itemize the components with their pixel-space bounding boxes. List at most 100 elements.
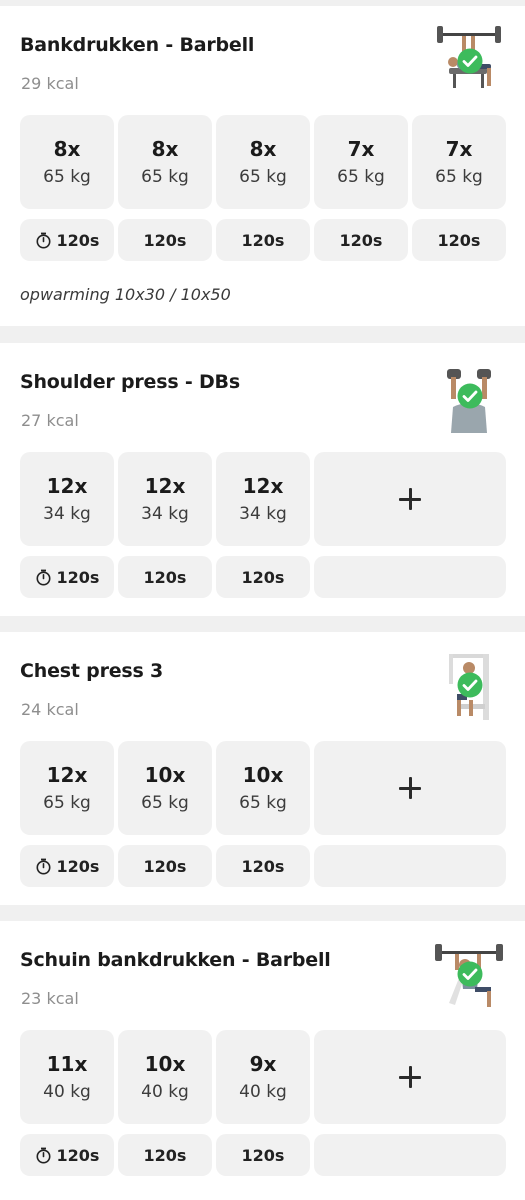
set-cell[interactable]: 12x 65 kg [20, 741, 114, 835]
rest-empty-cell [314, 845, 506, 887]
set-cell[interactable]: 7x 65 kg [412, 115, 506, 209]
check-circle-icon [457, 672, 483, 698]
rest-cell[interactable]: 120s [216, 219, 310, 261]
set-cell[interactable]: 8x 65 kg [118, 115, 212, 209]
rest-cell[interactable]: 120s [216, 556, 310, 598]
set-reps: 12x [46, 763, 88, 787]
rest-cell[interactable]: 120s [412, 219, 506, 261]
exercise-card[interactable]: Schuin bankdrukken - Barbell 23 kcal 11x… [0, 921, 525, 1200]
set-cell[interactable]: 12x 34 kg [216, 452, 310, 546]
exercise-card[interactable]: Shoulder press - DBs 27 kcal 12x 34 kg 1… [0, 343, 525, 616]
set-weight: 65 kg [43, 167, 91, 187]
add-set-button[interactable] [314, 1030, 506, 1124]
rest-duration: 120s [339, 230, 383, 250]
stopwatch-icon [35, 858, 52, 875]
set-weight: 40 kg [43, 1082, 91, 1102]
exercise-thumbnail[interactable] [435, 933, 503, 1011]
set-reps: 10x [242, 763, 284, 787]
set-cell[interactable]: 10x 65 kg [216, 741, 310, 835]
rest-duration: 120s [143, 856, 187, 876]
exercise-kcal: 27 kcal [21, 411, 79, 430]
exercise-title[interactable]: Shoulder press - DBs [20, 371, 240, 393]
set-reps: 10x [144, 763, 186, 787]
set-reps: 8x [53, 137, 81, 161]
set-weight: 65 kg [337, 167, 385, 187]
set-weight: 34 kg [141, 504, 189, 524]
set-weight: 65 kg [239, 167, 287, 187]
rest-duration: 120s [143, 1145, 187, 1165]
sets-row: 11x 40 kg 10x 40 kg 9x 40 kg [20, 1030, 506, 1124]
check-circle-icon [457, 48, 483, 74]
set-reps: 7x [445, 137, 473, 161]
sets-row: 12x 34 kg 12x 34 kg 12x 34 kg [20, 452, 506, 546]
exercise-thumbnail[interactable] [435, 355, 503, 433]
exercise-title[interactable]: Schuin bankdrukken - Barbell [20, 949, 331, 971]
stopwatch-icon [35, 232, 52, 249]
rest-empty-cell [314, 1134, 506, 1176]
add-set-button[interactable] [314, 452, 506, 546]
set-reps: 7x [347, 137, 375, 161]
rest-cell[interactable]: 120s [216, 1134, 310, 1176]
rest-duration: 120s [241, 1145, 285, 1165]
exercise-note: opwarming 10x30 / 10x50 [20, 285, 231, 304]
rest-cell[interactable]: 120s [20, 219, 114, 261]
workout-screen: Bankdrukken - Barbell 29 kcal 8x 65 kg 8… [0, 0, 525, 1200]
set-reps: 9x [249, 1052, 277, 1076]
set-reps: 12x [242, 474, 284, 498]
set-cell[interactable]: 9x 40 kg [216, 1030, 310, 1124]
exercise-title[interactable]: Chest press 3 [20, 660, 163, 682]
rest-cell[interactable]: 120s [118, 556, 212, 598]
rest-duration: 120s [437, 230, 481, 250]
rest-duration: 120s [143, 567, 187, 587]
rest-duration: 120s [241, 230, 285, 250]
rest-cell[interactable]: 120s [118, 219, 212, 261]
plus-icon [399, 488, 421, 510]
exercise-thumbnail[interactable] [435, 18, 503, 96]
exercise-kcal: 24 kcal [21, 700, 79, 719]
set-cell[interactable]: 8x 65 kg [20, 115, 114, 209]
set-weight: 40 kg [141, 1082, 189, 1102]
rest-duration: 120s [56, 1145, 100, 1165]
sets-row: 8x 65 kg 8x 65 kg 8x 65 kg 7x 65 kg 7x 6… [20, 115, 506, 209]
set-cell[interactable]: 11x 40 kg [20, 1030, 114, 1124]
exercise-title[interactable]: Bankdrukken - Barbell [20, 34, 254, 56]
rest-row: 120s 120s 120s [20, 845, 506, 887]
set-weight: 65 kg [141, 793, 189, 813]
set-weight: 34 kg [43, 504, 91, 524]
rest-row: 120s 120s 120s [20, 556, 506, 598]
plus-icon [399, 777, 421, 799]
exercise-card[interactable]: Chest press 3 24 kcal 12x 65 kg 10x 65 k… [0, 632, 525, 905]
rest-duration: 120s [241, 567, 285, 587]
set-cell[interactable]: 10x 40 kg [118, 1030, 212, 1124]
set-weight: 65 kg [141, 167, 189, 187]
set-cell[interactable]: 8x 65 kg [216, 115, 310, 209]
set-cell[interactable]: 12x 34 kg [118, 452, 212, 546]
rest-cell[interactable]: 120s [20, 556, 114, 598]
rest-cell[interactable]: 120s [118, 845, 212, 887]
rest-cell[interactable]: 120s [118, 1134, 212, 1176]
set-weight: 40 kg [239, 1082, 287, 1102]
rest-cell[interactable]: 120s [314, 219, 408, 261]
rest-row: 120s 120s 120s [20, 1134, 506, 1176]
set-reps: 8x [249, 137, 277, 161]
check-circle-icon [457, 961, 483, 987]
set-cell[interactable]: 12x 34 kg [20, 452, 114, 546]
sets-row: 12x 65 kg 10x 65 kg 10x 65 kg [20, 741, 506, 835]
set-reps: 11x [46, 1052, 88, 1076]
set-cell[interactable]: 10x 65 kg [118, 741, 212, 835]
rest-duration: 120s [56, 856, 100, 876]
rest-cell[interactable]: 120s [20, 1134, 114, 1176]
set-reps: 12x [144, 474, 186, 498]
exercise-kcal: 29 kcal [21, 74, 79, 93]
add-set-button[interactable] [314, 741, 506, 835]
set-weight: 34 kg [239, 504, 287, 524]
exercise-thumbnail[interactable] [435, 644, 503, 722]
set-cell[interactable]: 7x 65 kg [314, 115, 408, 209]
plus-icon [399, 1066, 421, 1088]
exercise-card[interactable]: Bankdrukken - Barbell 29 kcal 8x 65 kg 8… [0, 6, 525, 326]
rest-cell[interactable]: 120s [20, 845, 114, 887]
rest-cell[interactable]: 120s [216, 845, 310, 887]
rest-duration: 120s [143, 230, 187, 250]
rest-duration: 120s [56, 567, 100, 587]
stopwatch-icon [35, 569, 52, 586]
